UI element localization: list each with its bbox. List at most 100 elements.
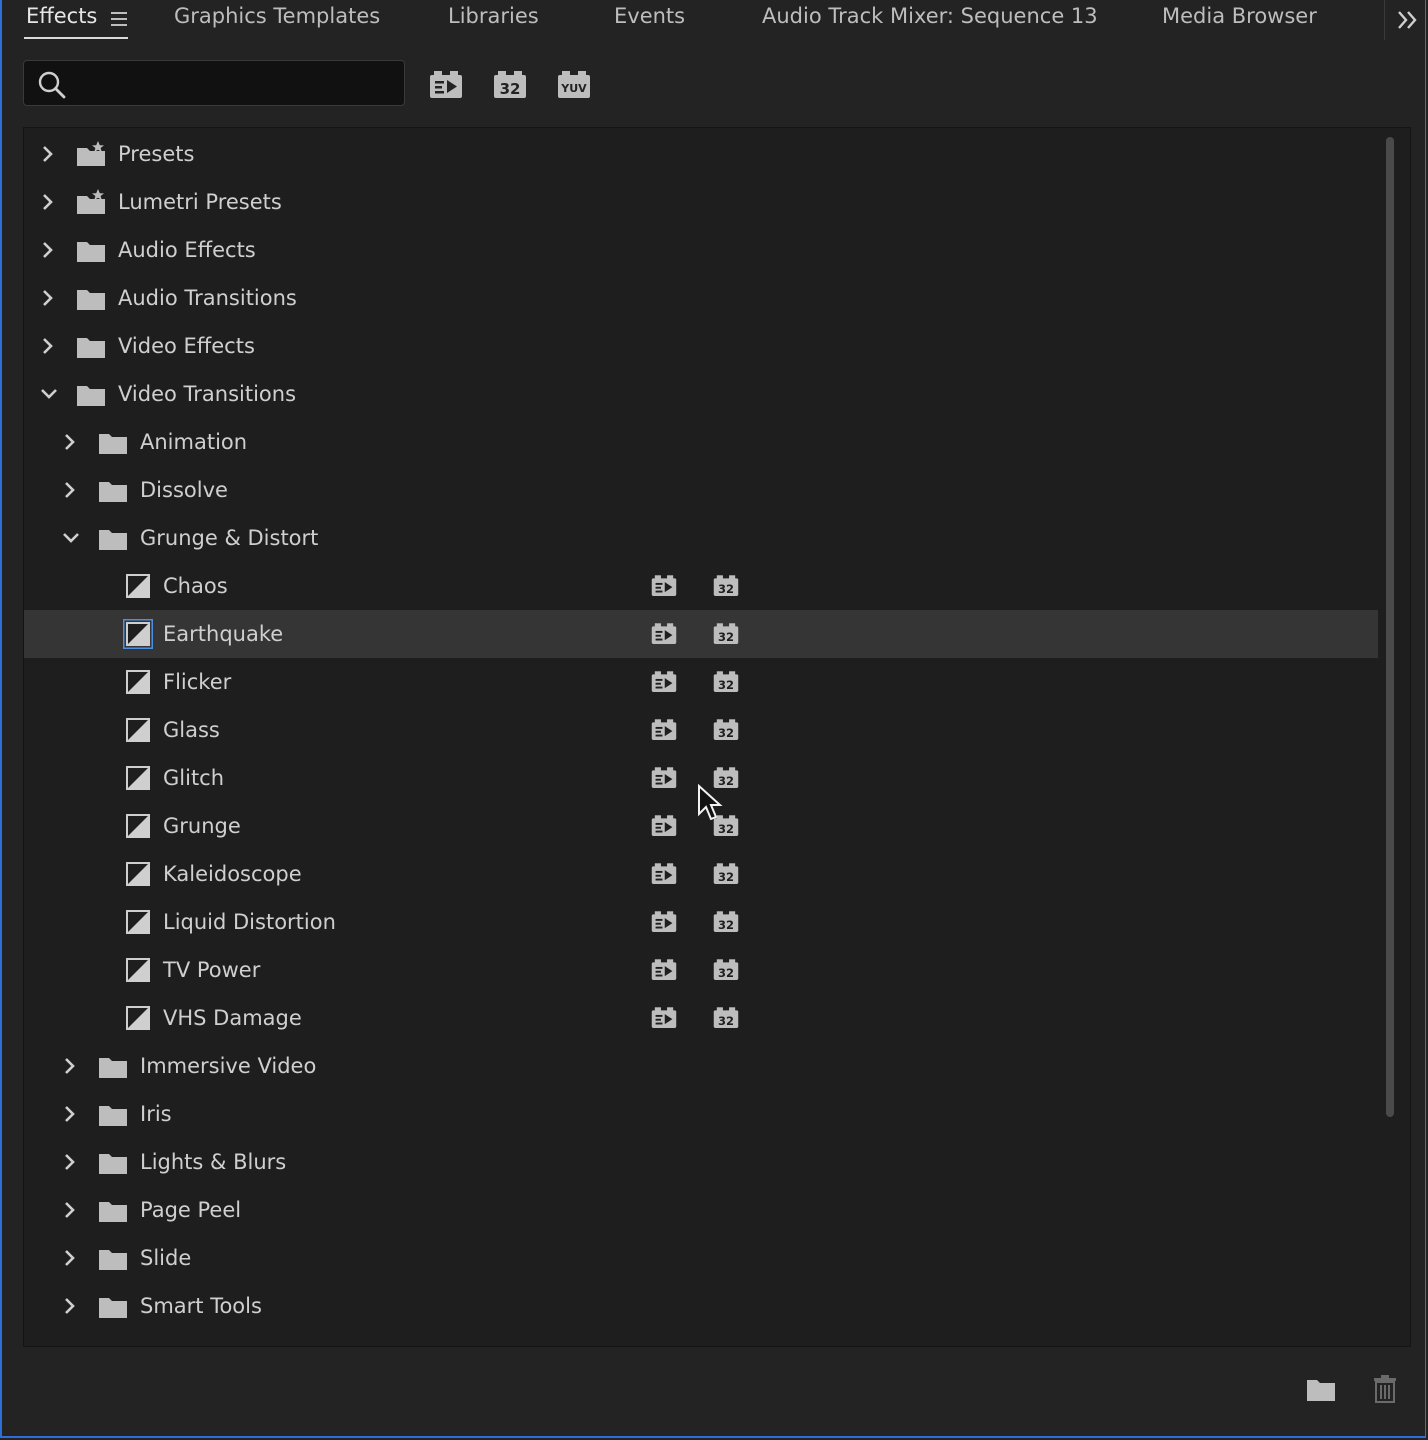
accelerated-effects-icon: [651, 623, 677, 644]
item-label: Video Transitions: [118, 382, 297, 406]
32-bit-color-icon: 32: [713, 671, 739, 692]
chevron-right-icon[interactable]: [60, 1056, 80, 1076]
folder-item-animation[interactable]: Animation: [24, 418, 1378, 466]
folder-icon: [99, 1058, 127, 1078]
vertical-scrollbar[interactable]: [1384, 137, 1398, 1117]
transition-item-flicker[interactable]: Flicker 32: [24, 658, 1378, 706]
folder-icon: [99, 1298, 127, 1318]
item-label: Video Effects: [118, 334, 255, 358]
item-label: Grunge & Distort: [140, 526, 319, 550]
folder-item-grunge-and-distort[interactable]: Grunge & Distort: [24, 514, 1378, 562]
transition-item-kaleidoscope[interactable]: Kaleidoscope 32: [24, 850, 1378, 898]
item-label: Glitch: [163, 766, 225, 790]
search-field[interactable]: [23, 60, 405, 106]
32-bit-color-icon[interactable]: 32: [493, 70, 527, 100]
chevron-right-icon[interactable]: [60, 480, 80, 500]
chevron-right-icon[interactable]: [38, 144, 58, 164]
tab-graphics-templates[interactable]: Graphics Templates: [174, 4, 380, 28]
accelerated-effects-icon: [651, 671, 677, 692]
accelerated-effects-icon: [651, 575, 677, 596]
tab-bar: Effects Graphics Templates Libraries Eve…: [0, 0, 1428, 40]
svg-text:32: 32: [718, 918, 734, 932]
32-bit-color-icon: 32: [713, 911, 739, 932]
accelerated-effects-icon: [651, 959, 677, 980]
item-label: VHS Damage: [163, 1006, 302, 1030]
chevron-right-icon[interactable]: [60, 1248, 80, 1268]
chevron-right-icon[interactable]: [60, 1200, 80, 1220]
tab-effects[interactable]: Effects: [26, 4, 97, 28]
yuv-effects-icon[interactable]: YUV: [557, 70, 591, 100]
folder-icon: [77, 338, 105, 358]
effects-tree[interactable]: Presets Lumetri Presets Audio Effects Audio…: [23, 127, 1411, 1347]
folder-item-presets[interactable]: Presets: [24, 130, 1378, 178]
tab-audio-track-mixer[interactable]: Audio Track Mixer: Sequence 13: [762, 4, 1098, 28]
32-bit-color-icon: 32: [713, 719, 739, 740]
transition-item-earthquake[interactable]: Earthquake 32: [24, 610, 1378, 658]
chevron-right-icon[interactable]: [38, 336, 58, 356]
folder-item-lights-and-blurs[interactable]: Lights & Blurs: [24, 1138, 1378, 1186]
folder-item-immersive-video[interactable]: Immersive Video: [24, 1042, 1378, 1090]
folder-item-audio-transitions[interactable]: Audio Transitions: [24, 274, 1378, 322]
folder-item-page-peel[interactable]: Page Peel: [24, 1186, 1378, 1234]
item-label: TV Power: [163, 958, 261, 982]
chevron-right-icon[interactable]: [60, 1296, 80, 1316]
preset-folder-icon: [77, 141, 105, 166]
item-label: Page Peel: [140, 1198, 242, 1222]
transition-item-tv-power[interactable]: TV Power 32: [24, 946, 1378, 994]
folder-item-slide[interactable]: Slide: [24, 1234, 1378, 1282]
accelerated-effects-icon: [651, 815, 677, 836]
double-chevron-right-icon: [1398, 11, 1417, 29]
accelerated-effects-icon: [651, 767, 677, 788]
chevron-right-icon[interactable]: [60, 1104, 80, 1124]
folder-icon[interactable]: [1306, 1376, 1336, 1402]
active-tab-indicator: [24, 37, 128, 39]
item-label: Slide: [140, 1246, 192, 1270]
chevron-right-icon[interactable]: [60, 432, 80, 452]
panel-menu-icon[interactable]: [111, 12, 127, 26]
transition-item-glass[interactable]: Glass 32: [24, 706, 1378, 754]
transition-icon: [126, 1006, 150, 1030]
folder-icon: [99, 1106, 127, 1126]
item-label: Grunge: [163, 814, 241, 838]
folder-item-lumetri-presets[interactable]: Lumetri Presets: [24, 178, 1378, 226]
32-bit-label: 32: [500, 80, 521, 98]
item-label: Earthquake: [163, 622, 284, 646]
item-label: Immersive Video: [140, 1054, 317, 1078]
item-label: Audio Transitions: [118, 286, 297, 310]
item-label: Smart Tools: [140, 1294, 262, 1318]
folder-item-video-transitions[interactable]: Video Transitions: [24, 370, 1378, 418]
chevron-right-icon[interactable]: [60, 1152, 80, 1172]
accelerated-effects-icon[interactable]: [429, 70, 463, 100]
tab-media-browser[interactable]: Media Browser: [1162, 4, 1317, 28]
folder-item-iris[interactable]: Iris: [24, 1090, 1378, 1138]
svg-text:32: 32: [718, 630, 734, 644]
tab-events[interactable]: Events: [614, 4, 685, 28]
svg-text:32: 32: [718, 726, 734, 740]
folder-item-dissolve[interactable]: Dissolve: [24, 466, 1378, 514]
transition-item-liquid-distortion[interactable]: Liquid Distortion 32: [24, 898, 1378, 946]
chevron-right-icon[interactable]: [38, 192, 58, 212]
tab-overflow-button[interactable]: [1384, 0, 1428, 40]
chevron-down-icon[interactable]: [61, 528, 81, 548]
chevron-right-icon[interactable]: [38, 240, 58, 260]
item-label: Chaos: [163, 574, 228, 598]
search-icon: [38, 71, 66, 99]
svg-text:32: 32: [718, 966, 734, 980]
transition-item-vhs-damage[interactable]: VHS Damage 32: [24, 994, 1378, 1042]
folder-item-audio-effects[interactable]: Audio Effects: [24, 226, 1378, 274]
32-bit-color-icon: 32: [713, 575, 739, 596]
item-label: Lights & Blurs: [140, 1150, 287, 1174]
accelerated-effects-icon: [651, 911, 677, 932]
chevron-down-icon[interactable]: [39, 384, 59, 404]
folder-icon: [77, 386, 105, 406]
scrollbar-thumb[interactable]: [1386, 137, 1394, 1117]
chevron-right-icon[interactable]: [38, 288, 58, 308]
folder-icon: [77, 290, 105, 310]
transition-item-chaos[interactable]: Chaos 32: [24, 562, 1378, 610]
accelerated-effects-icon: [651, 863, 677, 884]
tab-libraries[interactable]: Libraries: [448, 4, 539, 28]
folder-icon: [99, 530, 127, 550]
folder-item-video-effects[interactable]: Video Effects: [24, 322, 1378, 370]
folder-item-smart-tools[interactable]: Smart Tools: [24, 1282, 1378, 1330]
trash-icon[interactable]: [1372, 1374, 1398, 1404]
